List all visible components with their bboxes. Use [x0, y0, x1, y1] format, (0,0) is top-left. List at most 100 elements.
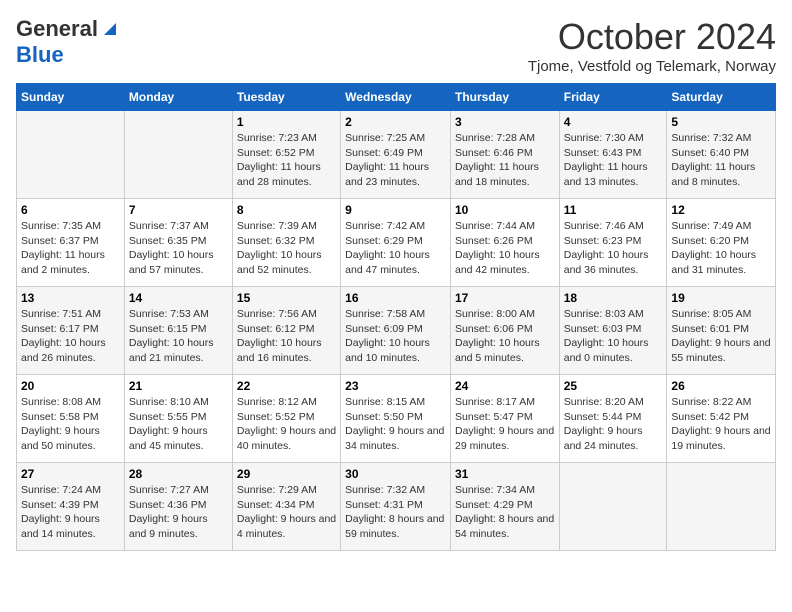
day-number: 2 — [345, 115, 446, 129]
day-number: 17 — [455, 291, 555, 305]
calendar-cell: 2 Sunrise: 7:25 AMSunset: 6:49 PMDaylight… — [341, 111, 451, 199]
location-text: Tjome, Vestfold og Telemark, Norway — [528, 58, 776, 75]
cell-content: Sunrise: 8:08 AMSunset: 5:58 PMDaylight:… — [21, 395, 120, 454]
cell-content: Sunrise: 7:53 AMSunset: 6:15 PMDaylight:… — [129, 307, 228, 366]
day-number: 22 — [237, 379, 336, 393]
cell-content: Sunrise: 8:17 AMSunset: 5:47 PMDaylight:… — [455, 395, 555, 454]
day-number: 7 — [129, 203, 228, 217]
calendar-cell: 30Sunrise: 7:32 AMSunset: 4:31 PMDayligh… — [341, 463, 451, 551]
day-number: 5 — [671, 115, 771, 129]
calendar-week-row: 20 Sunrise: 8:08 AMSunset: 5:58 PMDayligh… — [17, 375, 776, 463]
day-number: 18 — [564, 291, 663, 305]
calendar-cell: 29Sunrise: 7:29 AMSunset: 4:34 PMDayligh… — [232, 463, 340, 551]
cell-content: Sunrise: 7:25 AMSunset: 6:49 PMDaylight:… — [345, 131, 446, 190]
cell-content: Sunrise: 7:35 AMSunset: 6:37 PMDaylight:… — [21, 219, 120, 278]
day-of-week-header: Wednesday — [341, 84, 451, 111]
calendar-cell: 10 Sunrise: 7:44 AMSunset: 6:26 PMDayligh… — [450, 199, 559, 287]
calendar-cell: 4Sunrise: 7:30 AMSunset: 6:43 PMDaylight… — [559, 111, 667, 199]
cell-content: Sunrise: 7:24 AMSunset: 4:39 PMDaylight:… — [21, 483, 120, 542]
calendar-cell: 9 Sunrise: 7:42 AMSunset: 6:29 PMDaylight… — [341, 199, 451, 287]
cell-content: Sunrise: 7:23 AMSunset: 6:52 PMDaylight:… — [237, 131, 336, 190]
calendar-cell — [17, 111, 125, 199]
day-number: 28 — [129, 467, 228, 481]
logo-blue-text: Blue — [16, 42, 64, 67]
day-number: 14 — [129, 291, 228, 305]
day-of-week-header: Tuesday — [232, 84, 340, 111]
calendar-cell: 1 Sunrise: 7:23 AMSunset: 6:52 PMDaylight… — [232, 111, 340, 199]
calendar-cell: 6 Sunrise: 7:35 AMSunset: 6:37 PMDaylight… — [17, 199, 125, 287]
calendar-cell: 23 Sunrise: 8:15 AMSunset: 5:50 PMDayligh… — [341, 375, 451, 463]
cell-content: Sunrise: 7:46 AMSunset: 6:23 PMDaylight:… — [564, 219, 663, 278]
calendar-cell — [124, 111, 232, 199]
day-number: 25 — [564, 379, 663, 393]
cell-content: Sunrise: 7:30 AMSunset: 6:43 PMDaylight:… — [564, 131, 663, 190]
day-number: 6 — [21, 203, 120, 217]
cell-content: Sunrise: 7:44 AMSunset: 6:26 PMDaylight:… — [455, 219, 555, 278]
title-block: October 2024 Tjome, Vestfold og Telemark… — [528, 16, 776, 75]
cell-content: Sunrise: 8:22 AMSunset: 5:42 PMDaylight:… — [671, 395, 771, 454]
cell-content: Sunrise: 7:32 AMSunset: 4:31 PMDaylight:… — [345, 483, 446, 542]
day-number: 31 — [455, 467, 555, 481]
day-number: 20 — [21, 379, 120, 393]
month-title: October 2024 — [528, 16, 776, 58]
logo: General Blue — [16, 16, 120, 68]
calendar-cell: 28 Sunrise: 7:27 AMSunset: 4:36 PMDayligh… — [124, 463, 232, 551]
day-number: 23 — [345, 379, 446, 393]
calendar-cell — [559, 463, 667, 551]
calendar-cell: 5 Sunrise: 7:32 AMSunset: 6:40 PMDaylight… — [667, 111, 776, 199]
day-number: 8 — [237, 203, 336, 217]
calendar-cell: 14 Sunrise: 7:53 AMSunset: 6:15 PMDayligh… — [124, 287, 232, 375]
calendar-cell: 25 Sunrise: 8:20 AMSunset: 5:44 PMDayligh… — [559, 375, 667, 463]
calendar-cell: 12 Sunrise: 7:49 AMSunset: 6:20 PMDayligh… — [667, 199, 776, 287]
day-number: 15 — [237, 291, 336, 305]
calendar-cell: 27 Sunrise: 7:24 AMSunset: 4:39 PMDayligh… — [17, 463, 125, 551]
calendar-cell: 8Sunrise: 7:39 AMSunset: 6:32 PMDaylight… — [232, 199, 340, 287]
logo-triangle-icon — [100, 19, 120, 39]
cell-content: Sunrise: 7:42 AMSunset: 6:29 PMDaylight:… — [345, 219, 446, 278]
calendar-cell: 13Sunrise: 7:51 AMSunset: 6:17 PMDayligh… — [17, 287, 125, 375]
calendar-week-row: 6 Sunrise: 7:35 AMSunset: 6:37 PMDaylight… — [17, 199, 776, 287]
day-number: 12 — [671, 203, 771, 217]
page-header: General Blue October 2024 Tjome, Vestfol… — [16, 16, 776, 75]
cell-content: Sunrise: 8:20 AMSunset: 5:44 PMDaylight:… — [564, 395, 663, 454]
day-of-week-header: Sunday — [17, 84, 125, 111]
calendar-cell — [667, 463, 776, 551]
day-number: 10 — [455, 203, 555, 217]
cell-content: Sunrise: 7:27 AMSunset: 4:36 PMDaylight:… — [129, 483, 228, 542]
calendar-week-row: 13Sunrise: 7:51 AMSunset: 6:17 PMDayligh… — [17, 287, 776, 375]
day-number: 16 — [345, 291, 446, 305]
day-number: 24 — [455, 379, 555, 393]
calendar-cell: 26 Sunrise: 8:22 AMSunset: 5:42 PMDayligh… — [667, 375, 776, 463]
cell-content: Sunrise: 7:58 AMSunset: 6:09 PMDaylight:… — [345, 307, 446, 366]
cell-content: Sunrise: 7:56 AMSunset: 6:12 PMDaylight:… — [237, 307, 336, 366]
day-number: 21 — [129, 379, 228, 393]
cell-content: Sunrise: 7:51 AMSunset: 6:17 PMDaylight:… — [21, 307, 120, 366]
cell-content: Sunrise: 8:00 AMSunset: 6:06 PMDaylight:… — [455, 307, 555, 366]
calendar-cell: 18Sunrise: 8:03 AMSunset: 6:03 PMDayligh… — [559, 287, 667, 375]
day-of-week-header: Monday — [124, 84, 232, 111]
day-number: 26 — [671, 379, 771, 393]
calendar-cell: 16 Sunrise: 7:58 AMSunset: 6:09 PMDayligh… — [341, 287, 451, 375]
cell-content: Sunrise: 8:05 AMSunset: 6:01 PMDaylight:… — [671, 307, 771, 366]
day-number: 9 — [345, 203, 446, 217]
cell-content: Sunrise: 8:10 AMSunset: 5:55 PMDaylight:… — [129, 395, 228, 454]
cell-content: Sunrise: 8:15 AMSunset: 5:50 PMDaylight:… — [345, 395, 446, 454]
cell-content: Sunrise: 7:34 AMSunset: 4:29 PMDaylight:… — [455, 483, 555, 542]
calendar-cell: 7Sunrise: 7:37 AMSunset: 6:35 PMDaylight… — [124, 199, 232, 287]
logo-general-text: General — [16, 16, 98, 42]
day-number: 27 — [21, 467, 120, 481]
calendar-header-row: SundayMondayTuesdayWednesdayThursdayFrid… — [17, 84, 776, 111]
day-of-week-header: Friday — [559, 84, 667, 111]
calendar-cell: 22Sunrise: 8:12 AMSunset: 5:52 PMDayligh… — [232, 375, 340, 463]
calendar-cell: 31 Sunrise: 7:34 AMSunset: 4:29 PMDayligh… — [450, 463, 559, 551]
calendar-week-row: 1 Sunrise: 7:23 AMSunset: 6:52 PMDaylight… — [17, 111, 776, 199]
day-number: 29 — [237, 467, 336, 481]
calendar-cell: 19Sunrise: 8:05 AMSunset: 6:01 PMDayligh… — [667, 287, 776, 375]
calendar-cell: 11Sunrise: 7:46 AMSunset: 6:23 PMDayligh… — [559, 199, 667, 287]
day-of-week-header: Saturday — [667, 84, 776, 111]
calendar-cell: 24 Sunrise: 8:17 AMSunset: 5:47 PMDayligh… — [450, 375, 559, 463]
cell-content: Sunrise: 7:32 AMSunset: 6:40 PMDaylight:… — [671, 131, 771, 190]
day-number: 1 — [237, 115, 336, 129]
calendar-cell: 17 Sunrise: 8:00 AMSunset: 6:06 PMDayligh… — [450, 287, 559, 375]
cell-content: Sunrise: 7:49 AMSunset: 6:20 PMDaylight:… — [671, 219, 771, 278]
